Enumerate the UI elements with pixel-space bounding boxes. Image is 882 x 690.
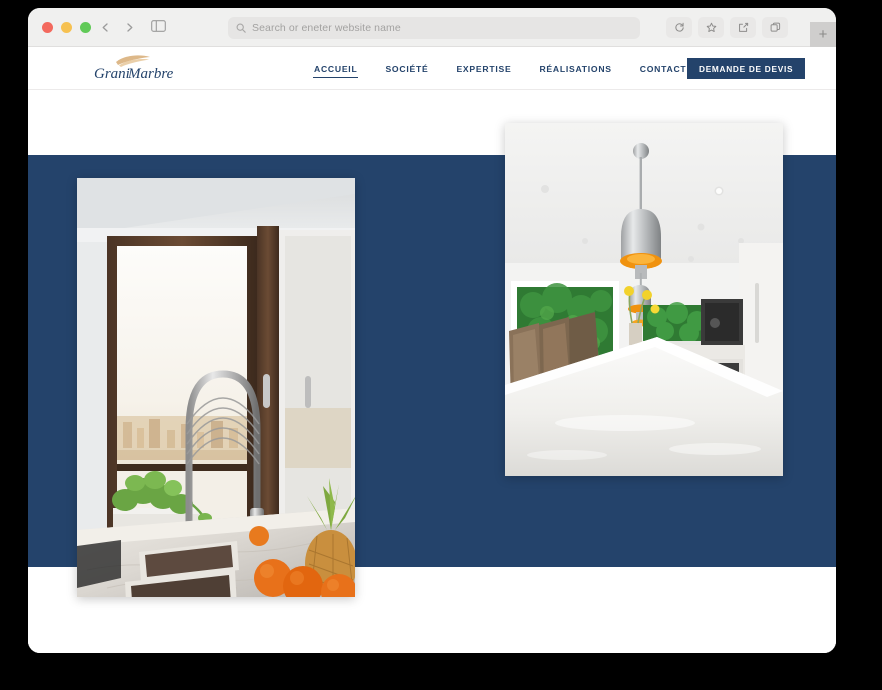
bookmark-star-icon <box>706 22 717 33</box>
sidebar-toggle-button[interactable] <box>146 17 170 38</box>
address-placeholder-text: Search or eneter website name <box>252 22 401 34</box>
tabs-icon <box>770 22 781 33</box>
screenshot-root: Search or eneter website name + Grani Ma… <box>0 0 882 690</box>
page-viewport: Grani Marbre ACCUEIL SOCIÉTÉ EXPERTISE R… <box>28 47 836 653</box>
navigation-buttons <box>94 17 140 38</box>
svg-text:Grani: Grani <box>94 66 130 82</box>
nav-item-expertise[interactable]: EXPERTISE <box>455 60 512 78</box>
chevron-right-icon <box>124 22 135 33</box>
search-icon <box>236 23 246 33</box>
minimize-window-button[interactable] <box>61 22 72 33</box>
site-header: Grani Marbre ACCUEIL SOCIÉTÉ EXPERTISE R… <box>28 47 836 90</box>
reload-button[interactable] <box>666 17 692 38</box>
share-button[interactable] <box>730 17 756 38</box>
hero-section <box>28 90 836 653</box>
sidebar-toggle-icon <box>150 19 166 37</box>
chevron-left-icon <box>100 22 111 33</box>
browser-window: Search or eneter website name + Grani Ma… <box>28 8 836 653</box>
window-traffic-lights <box>42 22 91 33</box>
nav-item-realisations[interactable]: RÉALISATIONS <box>538 60 612 78</box>
maximize-window-button[interactable] <box>80 22 91 33</box>
white-kitchen-island-photo[interactable] <box>505 123 783 476</box>
nav-item-contact[interactable]: CONTACT <box>639 60 688 78</box>
browser-toolbar <box>666 17 788 38</box>
svg-text:Marbre: Marbre <box>127 66 174 82</box>
site-logo[interactable]: Grani Marbre <box>88 50 180 86</box>
kitchen-window-sink-photo[interactable] <box>77 178 355 597</box>
close-window-button[interactable] <box>42 22 53 33</box>
browser-chrome: Search or eneter website name + <box>28 8 836 47</box>
main-navigation: ACCUEIL SOCIÉTÉ EXPERTISE RÉALISATIONS C… <box>313 47 687 90</box>
forward-button[interactable] <box>118 17 140 38</box>
address-search-bar[interactable]: Search or eneter website name <box>228 17 640 39</box>
bookmark-button[interactable] <box>698 17 724 38</box>
nav-item-societe[interactable]: SOCIÉTÉ <box>384 60 429 78</box>
reload-icon <box>674 22 685 33</box>
tabs-overview-button[interactable] <box>762 17 788 38</box>
back-button[interactable] <box>94 17 116 38</box>
demande-de-devis-button[interactable]: DEMANDE DE DEVIS <box>687 58 806 79</box>
new-tab-button[interactable]: + <box>810 22 836 47</box>
nav-item-accueil[interactable]: ACCUEIL <box>313 60 359 78</box>
share-icon <box>738 22 749 33</box>
